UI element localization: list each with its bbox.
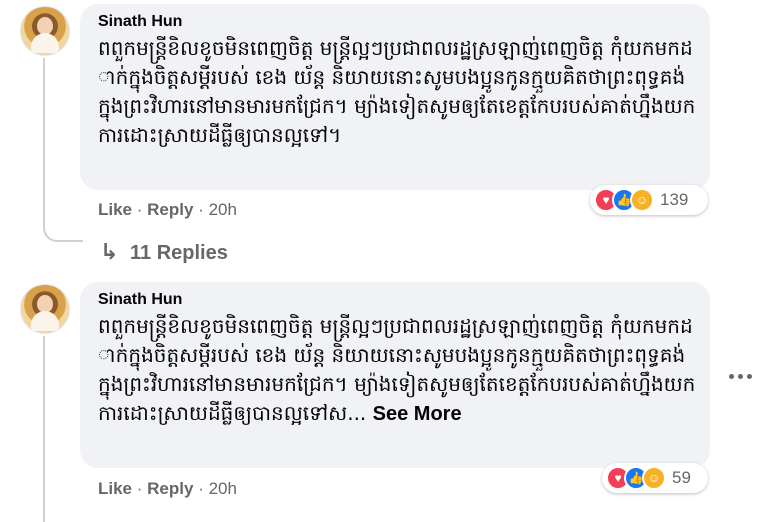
comment-text: ពពួកមន្រ្តីខិលខូចមិនពេញចិត្ត មន្រ្តីល្អៗ… — [98, 312, 696, 429]
separator: · — [136, 479, 148, 498]
comment-actions: Like · Reply · 20h — [98, 478, 237, 500]
comment-author[interactable]: Sinath Hun — [98, 290, 696, 310]
reactions-summary[interactable]: ♥ 👍 ☺ 59 — [602, 463, 708, 493]
thread-curve — [43, 212, 83, 242]
see-more-link[interactable]: See More — [373, 403, 462, 425]
thread-line — [43, 336, 45, 522]
avatar[interactable] — [20, 6, 70, 56]
comment-text: ពពួកមន្រ្តីខិលខូចមិនពេញចិត្ត មន្រ្តីល្អៗ… — [98, 36, 696, 147]
more-options-icon[interactable] — [729, 374, 752, 379]
separator: · — [136, 200, 148, 219]
reply-button[interactable]: Reply — [147, 479, 193, 498]
comment-bubble: Sinath Hun ពពួកមន្រ្តីខិលខូចមិនពេញចិត្ត … — [80, 282, 710, 468]
avatar[interactable] — [20, 284, 70, 334]
reply-button[interactable]: Reply — [147, 200, 193, 219]
timestamp[interactable]: 20h — [209, 200, 237, 219]
care-icon: ☺ — [642, 466, 666, 490]
separator: · — [198, 200, 209, 219]
timestamp[interactable]: 20h — [209, 479, 237, 498]
replies-count: 11 Replies — [130, 242, 228, 264]
like-button[interactable]: Like — [98, 200, 132, 219]
care-icon: ☺ — [630, 188, 654, 212]
comment-actions: Like · Reply · 20h — [98, 199, 237, 221]
reaction-count: 139 — [660, 190, 689, 209]
view-replies-link[interactable]: ↳ 11 Replies — [100, 239, 228, 265]
reactions-summary[interactable]: ♥ 👍 ☺ 139 — [590, 185, 708, 215]
like-button[interactable]: Like — [98, 479, 132, 498]
reply-arrow-icon: ↳ — [100, 239, 119, 264]
comment-bubble: Sinath Hun ពពួកមន្រ្តីខិលខូចមិនពេញចិត្ត … — [80, 4, 710, 190]
comment-author[interactable]: Sinath Hun — [98, 12, 696, 32]
thread-line — [43, 58, 45, 230]
separator: · — [198, 479, 209, 498]
reaction-count: 59 — [672, 468, 691, 487]
